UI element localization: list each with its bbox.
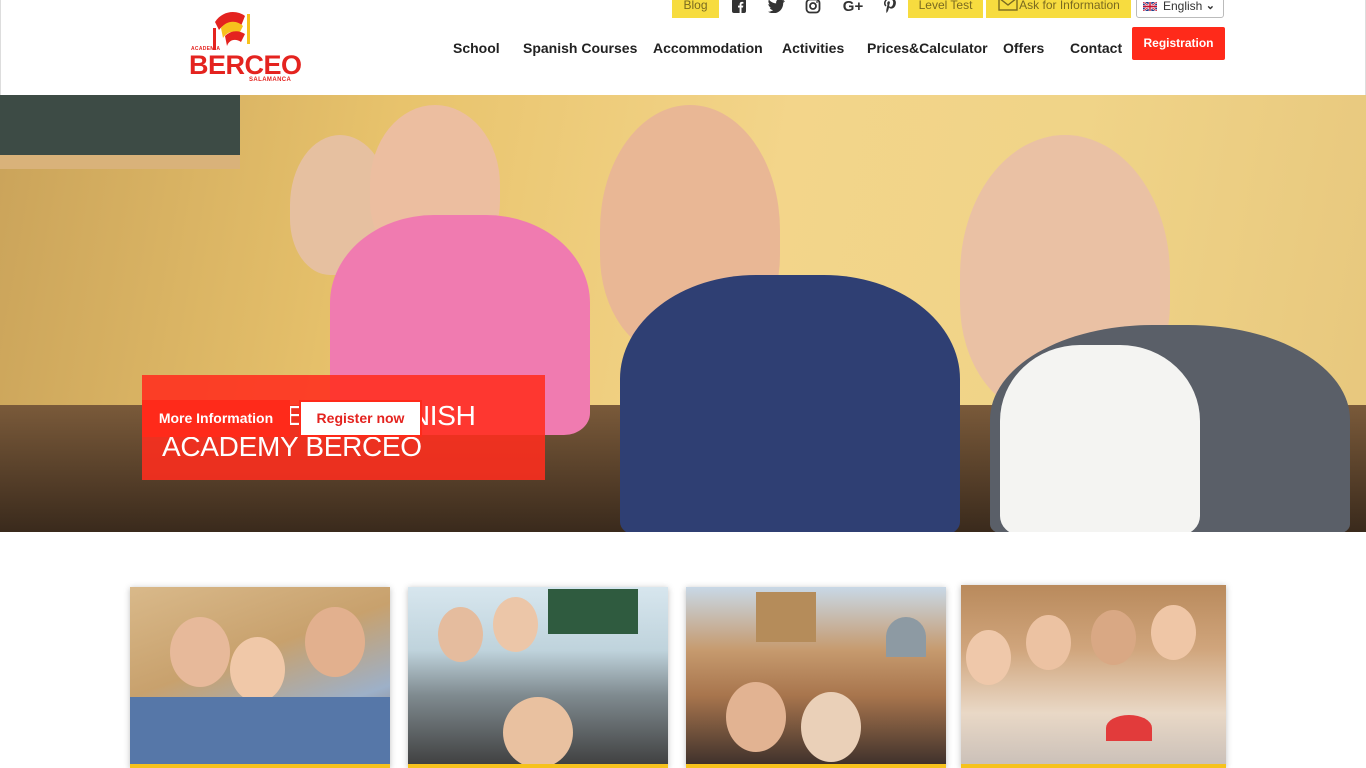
uk-flag-icon [1143,1,1157,11]
nav-activities[interactable]: Activities [782,40,844,56]
photo-cathedral [756,592,816,642]
language-selector[interactable]: English ⌄ [1136,0,1224,18]
photo-person [1151,605,1196,660]
logo-city-text: SALAMANCA [249,77,292,83]
facebook-icon[interactable] [729,0,749,16]
nav-contact[interactable]: Contact [1070,40,1122,56]
google-plus-icon[interactable]: G+ [841,0,865,16]
twitter-icon[interactable] [766,0,786,16]
nav-school[interactable]: School [453,40,500,56]
photo-person [801,692,861,762]
photo-card-4[interactable] [961,585,1226,768]
photo-watermelon [1106,715,1152,741]
photo-person [170,617,230,687]
ask-information-label: Ask for Information [1019,0,1120,12]
photo-person [1091,610,1136,665]
flag-logo-icon [213,12,250,50]
photo-person [966,630,1011,685]
instagram-icon[interactable] [803,0,823,16]
nav-prices-calculator[interactable]: Prices&Calculator [867,40,988,56]
site-header: ACADEMIA BERCEO SALAMANCA Blog G+ Level … [0,0,1366,95]
hero-photo-blue-hoodie [620,275,960,532]
photo-card-2[interactable] [408,587,668,768]
photo-card-1[interactable] [130,587,390,768]
level-test-button[interactable]: Level Test [908,0,983,18]
ask-information-button[interactable]: Ask for Information [986,0,1131,18]
photo-person [493,597,538,652]
nav-spanish-courses[interactable]: Spanish Courses [523,40,637,56]
photo-person [230,637,285,702]
photo-dome [886,617,926,657]
pinterest-icon[interactable] [880,0,900,16]
photo-person [503,697,573,768]
language-label: English [1163,0,1203,13]
hero-photo-white-scarf [1000,345,1200,532]
register-now-button[interactable]: Register now [299,400,422,437]
card-accent-bar [686,764,946,768]
nav-accommodation[interactable]: Accommodation [653,40,763,56]
chevron-down-icon: ⌄ [1205,0,1215,12]
photo-person [305,607,365,677]
card-accent-bar [408,764,668,768]
photo-person [438,607,483,662]
nav-offers[interactable]: Offers [1003,40,1044,56]
photo-person [726,682,786,752]
card-accent-bar [130,764,390,768]
envelope-icon [998,0,1018,11]
berceo-logo[interactable]: ACADEMIA BERCEO SALAMANCA [189,8,302,84]
photo-card-3[interactable] [686,587,946,768]
hero-photo-chalkboard [0,95,240,169]
card-accent-bar [961,764,1226,768]
photo-clothing [130,697,390,767]
blog-button[interactable]: Blog [672,0,719,18]
more-information-button[interactable]: More Information [142,400,290,437]
photo-chalkboard [548,589,638,634]
photo-person [1026,615,1071,670]
registration-button[interactable]: Registration [1132,27,1225,60]
hero-banner: WELCOME TO SPANISH ACADEMY BERCEO [0,95,1366,532]
